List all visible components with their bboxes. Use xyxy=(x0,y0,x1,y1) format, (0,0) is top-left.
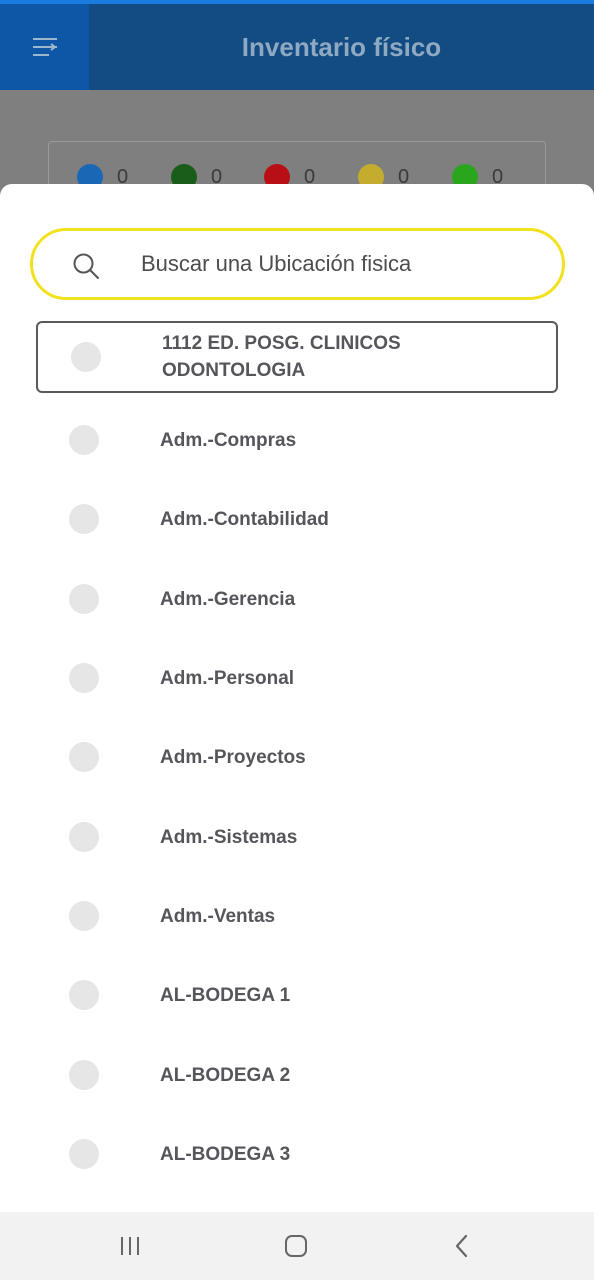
list-item[interactable]: Adm.-Sistemas xyxy=(36,800,558,874)
radio-button[interactable] xyxy=(71,342,101,372)
list-item-label: 1112 ED. POSG. CLINICOS ODONTOLOGIA xyxy=(162,333,401,381)
list-item-label: AL-BODEGA 3 xyxy=(160,1143,291,1165)
radio-button[interactable] xyxy=(69,901,99,931)
list-item-label: Adm.-Gerencia xyxy=(160,588,296,610)
menu-button[interactable] xyxy=(0,4,89,90)
radio-button[interactable] xyxy=(69,584,99,614)
list-item[interactable]: Adm.-Compras xyxy=(36,403,558,477)
list-item[interactable]: AL-BODEGA 1 xyxy=(36,958,558,1032)
location-picker-sheet: 1112 ED. POSG. CLINICOS ODONTOLOGIA Adm.… xyxy=(0,184,594,1212)
list-item-label: AL-BODEGA 1 xyxy=(160,984,291,1006)
radio-button[interactable] xyxy=(69,1060,99,1090)
list-item-label: AL-BODEGA 2 xyxy=(160,1064,291,1086)
menu-lines-icon xyxy=(32,38,57,56)
radio-button[interactable] xyxy=(69,980,99,1010)
list-item-label: Adm.-Personal xyxy=(160,667,295,689)
recents-button[interactable] xyxy=(100,1226,160,1266)
list-item[interactable]: AL-BODEGA 3 xyxy=(36,1117,558,1191)
app-bar: Inventario físico xyxy=(0,4,594,90)
list-item-label: Adm.-Sistemas xyxy=(160,826,298,848)
system-navigation-bar xyxy=(0,1212,594,1280)
list-item[interactable]: Adm.-Personal xyxy=(36,641,558,715)
list-item-label: Adm.-Ventas xyxy=(160,905,276,927)
radio-button[interactable] xyxy=(69,425,99,455)
list-item-label: Adm.-Contabilidad xyxy=(160,508,329,530)
list-item-label: Adm.-Compras xyxy=(160,429,297,451)
home-icon xyxy=(285,1235,307,1257)
back-button[interactable] xyxy=(432,1226,492,1266)
radio-button[interactable] xyxy=(69,663,99,693)
list-item[interactable]: AL-BODEGA 2 xyxy=(36,1038,558,1112)
back-icon xyxy=(455,1234,468,1258)
list-item[interactable]: 1112 ED. POSG. CLINICOS ODONTOLOGIA xyxy=(36,321,558,393)
search-box[interactable] xyxy=(30,228,565,300)
radio-button[interactable] xyxy=(69,1139,99,1169)
page-title: Inventario físico xyxy=(241,31,442,62)
list-item[interactable]: Adm.-Gerencia xyxy=(36,562,558,636)
list-item[interactable]: Adm.-Proyectos xyxy=(36,720,558,794)
search-icon xyxy=(73,253,99,279)
search-input[interactable] xyxy=(141,231,541,297)
recents-icon xyxy=(121,1237,139,1255)
radio-button[interactable] xyxy=(69,742,99,772)
list-item[interactable]: Adm.-Contabilidad xyxy=(36,482,558,556)
list-item-label: Adm.-Proyectos xyxy=(160,746,306,768)
home-button[interactable] xyxy=(266,1226,326,1266)
radio-button[interactable] xyxy=(69,822,99,852)
list-item[interactable]: Adm.-Ventas xyxy=(36,879,558,953)
radio-button[interactable] xyxy=(69,504,99,534)
